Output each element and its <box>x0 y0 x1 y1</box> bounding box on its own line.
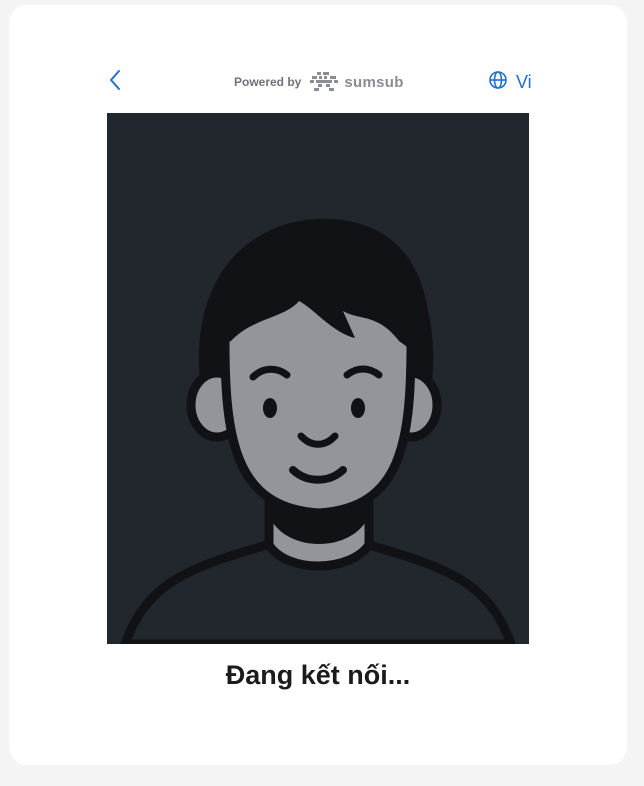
chevron-left-icon <box>108 69 122 96</box>
globe-icon <box>488 70 508 95</box>
camera-preview <box>107 113 529 644</box>
language-label: Vi <box>516 71 532 92</box>
powered-by-label: Powered by <box>234 75 302 89</box>
sumsub-logo: sumsub <box>309 71 403 93</box>
avatar-placeholder <box>120 218 516 644</box>
sumsub-logo-icon <box>310 72 339 91</box>
back-button[interactable] <box>104 69 126 96</box>
connection-status: Đang kết nối... <box>225 660 411 690</box>
language-selector[interactable]: Vi <box>488 70 532 94</box>
brand-name: sumsub <box>344 73 404 91</box>
powered-by: Powered by sumsub <box>234 68 404 96</box>
